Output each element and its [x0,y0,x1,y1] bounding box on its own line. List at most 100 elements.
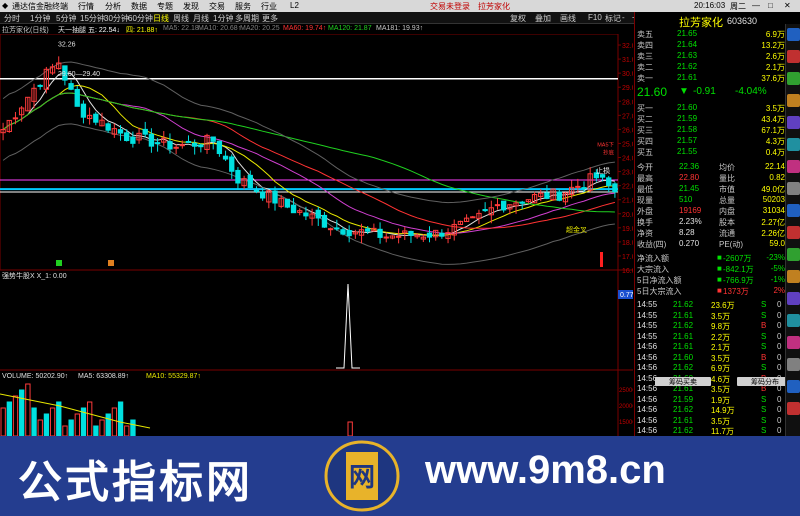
sidebar-tool-icon[interactable] [787,270,800,283]
menu-item-analysis[interactable]: 分析 [105,1,121,12]
ask-row[interactable]: 卖三 21.63 2.6万 [635,50,787,61]
sidebar-tool-icon[interactable] [787,94,800,107]
candle-body [470,216,476,219]
period-tab-5min[interactable]: 5分钟 [56,13,76,24]
kline-chart[interactable]: 29.60—29.40 32.26 止损超金叉 MA5下抄底强势牛股X X_1: 0.… [0,34,633,436]
zoom-out-button[interactable]: - [622,13,625,22]
tick-row[interactable]: 14:56 21.59 1.9万 S 0 [635,394,787,405]
ask-row[interactable]: 卖四 21.64 13.2万 [635,39,787,50]
sidebar-tool-icon[interactable] [787,138,800,151]
bid-row[interactable]: 买三 21.58 67.1万 [635,124,787,135]
tick-row[interactable]: 14:55 21.62 9.8万 B 0 [635,320,787,331]
sidebar-tool-icon[interactable] [787,116,800,129]
tick-row[interactable]: 14:56 21.62 11.7万 S 0 [635,425,787,436]
menu-item-trade[interactable]: 交易 [209,1,225,12]
tab-order-book[interactable]: 筹码买卖 [655,377,711,386]
candle-body [556,191,562,201]
menu-item-service[interactable]: 服务 [235,1,251,12]
sidebar-tool-icon[interactable] [787,314,800,327]
stat-row[interactable]: 收益(四) 0.270 PE(动) 59.0 [635,238,787,249]
draw-line-button[interactable]: 画线 [560,13,576,24]
menu-item-data[interactable]: 数据 [131,1,147,12]
stat-row[interactable]: 净资 8.28 流通 2.26亿 [635,227,787,238]
sidebar-tool-icon[interactable] [787,358,800,371]
menu-item-industry[interactable]: 行业 [261,1,277,12]
stat-row[interactable]: 最高 22.80 量比 0.82 [635,172,787,183]
flow-row[interactable]: 净流入额 ■ -2607万 -23% [635,252,787,263]
price-label: 22.00 [622,184,633,191]
bid-price: 21.58 [677,125,698,134]
stat-row[interactable]: 现量 510 总量 50203 [635,194,787,205]
menu-item-topic[interactable]: 专题 [157,1,173,12]
tick-row[interactable]: 14:55 21.61 2.2万 S 0 [635,331,787,342]
sidebar-tool-icon[interactable] [787,50,800,63]
stat-row[interactable]: 换手 2.23% 股本 2.27亿 [635,216,787,227]
login-status[interactable]: 交易未登录 [430,1,470,12]
flow-row[interactable]: 5日大宗流入 ■ 1373万 2% [635,285,787,296]
sidebar-tool-icon[interactable] [787,226,800,239]
bid-row[interactable]: 买二 21.59 43.4万 [635,113,787,124]
period-tab-1min[interactable]: 1分钟 [30,13,50,24]
sidebar-tool-icon[interactable] [787,248,800,261]
tick-row[interactable]: 14:56 21.61 3.5万 S 0 [635,415,787,426]
period-tab-multi[interactable]: 多周期 [235,13,259,24]
tick-row[interactable]: 14:56 21.61 2.1万 S 0 [635,341,787,352]
minimize-icon[interactable]: — [752,1,760,10]
menu-item-l2[interactable]: L2 [290,1,299,10]
period-tab-timeshare[interactable]: 分时 [4,13,20,24]
maximize-icon[interactable]: □ [768,1,773,10]
sidebar-tool-icon[interactable] [787,380,800,393]
main-panel-frame [0,34,619,271]
tick-row[interactable]: 14:56 21.62 6.9万 S 0 [635,362,787,373]
bid-row[interactable]: 买四 21.57 4.3万 [635,135,787,146]
sidebar-tool-icon[interactable] [787,72,800,85]
period-tab-month[interactable]: 月线 [193,13,209,24]
period-tab-1min-b[interactable]: 1分钟 [213,13,233,24]
flow-pct: -1% [770,275,785,284]
period-tab-15min[interactable]: 15分钟 [80,13,105,24]
period-tab-30min[interactable]: 30分钟 [104,13,129,24]
period-tab-week[interactable]: 周线 [173,13,189,24]
tick-row[interactable]: 14:55 21.62 23.6万 S 0 [635,299,787,310]
period-tab-more[interactable]: 更多 [262,13,278,24]
price-change: -0.91 [693,86,716,97]
ask-row[interactable]: 卖二 21.62 2.1万 [635,61,787,72]
menu-item-quotes[interactable]: 行情 [78,1,94,12]
overlay-button[interactable]: 叠加 [535,13,551,24]
flow-row[interactable]: 5日净流入额 ■ -766.9万 -1% [635,274,787,285]
tick-time: 14:56 [637,415,658,425]
ask-row[interactable]: 卖一 21.61 37.6万 [635,72,787,83]
mark-button[interactable]: 标记 [605,13,621,24]
sidebar-tool-icon[interactable] [787,182,800,195]
restore-rights-button[interactable]: 复权 [510,13,526,24]
bid-row[interactable]: 买五 21.55 0.4万 [635,146,787,157]
f10-button[interactable]: F10 [588,13,602,22]
volume-ma10-label: MA10: 55329.87↑ [146,373,201,380]
sub-indicator-spike [336,283,360,369]
sidebar-tool-icon[interactable] [787,160,800,173]
sidebar-tool-icon[interactable] [787,28,800,41]
sidebar-tool-icon[interactable] [787,292,800,305]
sidebar-tool-icon[interactable] [787,402,800,415]
price-label: 24.00 [622,156,633,163]
watermark-logo-icon: 网 [324,440,400,512]
period-tab-60min[interactable]: 60分钟 [128,13,153,24]
menu-item-discover[interactable]: 发现 [183,1,199,12]
tick-row[interactable]: 14:56 21.62 14.9万 S 0 [635,404,787,415]
candle-body [284,198,291,208]
volume-bar [347,421,353,436]
period-tab-day[interactable]: 日线 [153,13,169,24]
stat-row[interactable]: 外盘 19169 内盘 31034 [635,205,787,216]
bid-row[interactable]: 买一 21.60 3.5万 [635,102,787,113]
quote-panel: 拉芳家化 603630 卖五 21.65 6.9万 卖四 21.64 13.2万 卖三 21.… [634,12,800,457]
sidebar-tool-icon[interactable] [787,204,800,217]
flow-pct: 2% [773,286,785,295]
tick-row[interactable]: 14:56 21.60 3.5万 B 0 [635,352,787,363]
ask-row[interactable]: 卖五 21.65 6.9万 [635,28,787,39]
tick-row[interactable]: 14:55 21.61 3.5万 S 0 [635,310,787,321]
flow-row[interactable]: 大宗流入 ■ -842.1万 -5% [635,263,787,274]
sidebar-tool-icon[interactable] [787,336,800,349]
close-icon[interactable]: ✕ [784,1,791,10]
stat-row[interactable]: 今开 22.36 均价 22.14 [635,161,787,172]
stat-row[interactable]: 最低 21.45 市值 49.0亿 [635,183,787,194]
